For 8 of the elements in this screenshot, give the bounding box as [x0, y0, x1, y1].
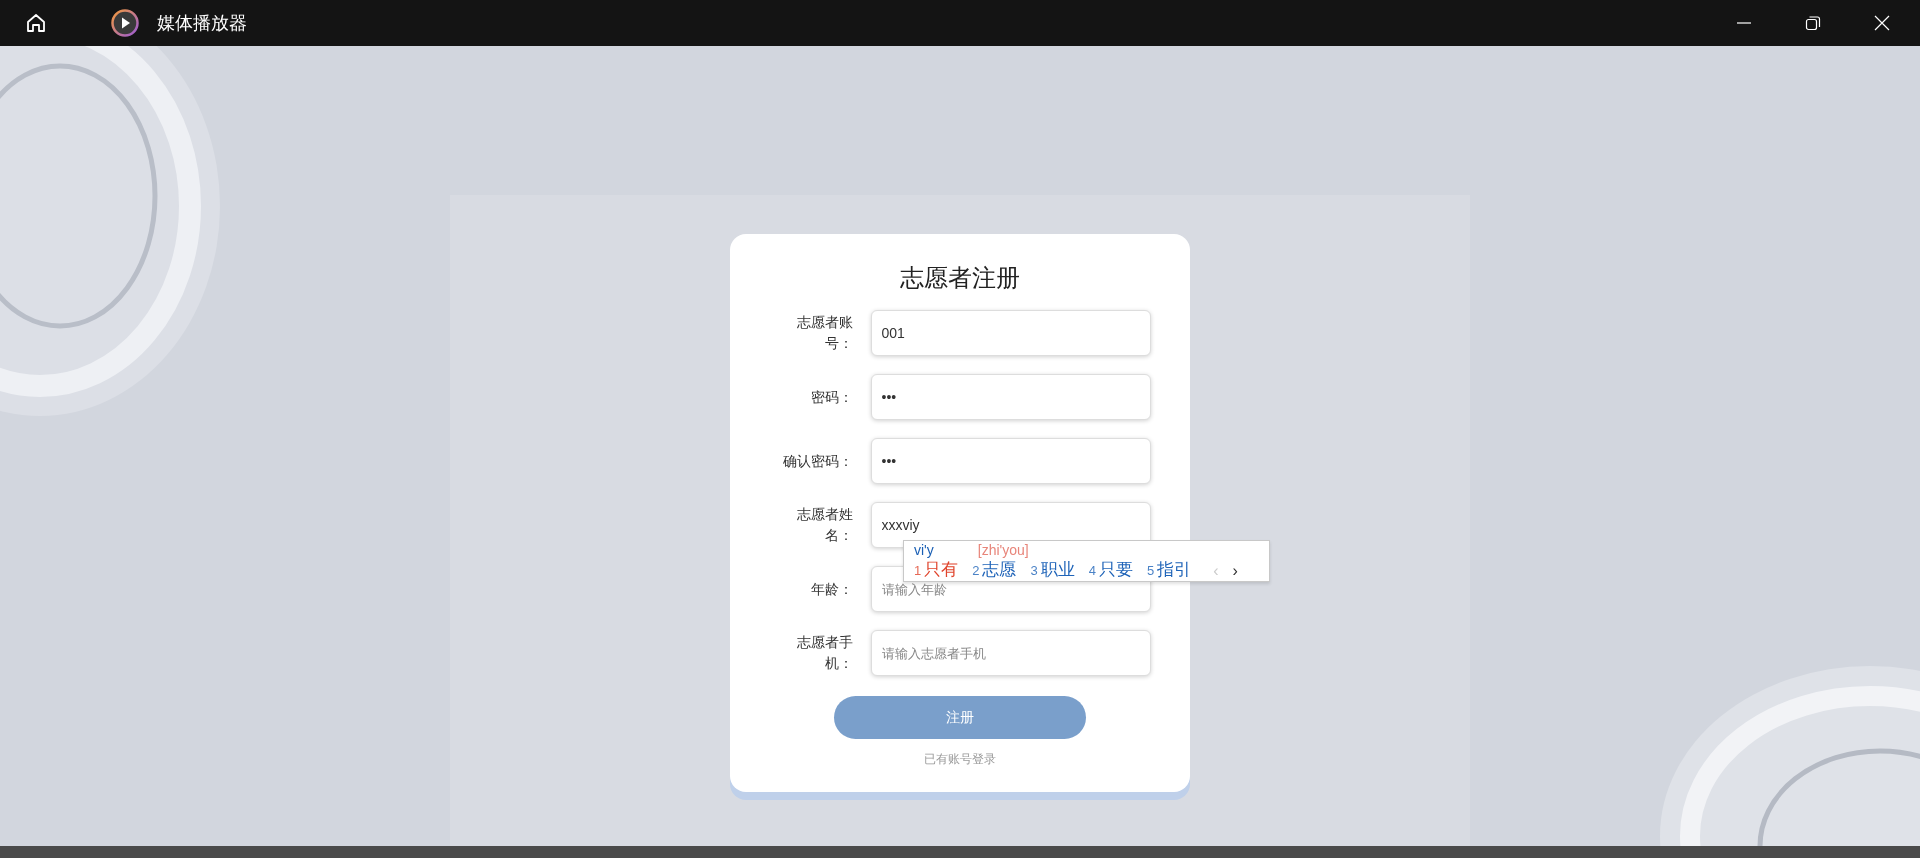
field-label: 确认密码： — [781, 451, 853, 471]
field-label: 年龄： — [809, 579, 853, 599]
form-title: 志愿者注册 — [900, 263, 1020, 293]
window-title: 媒体播放器 — [157, 12, 247, 35]
field-label: 志愿者手机： — [795, 633, 853, 673]
field-label: 志愿者姓名： — [795, 505, 853, 545]
field-label: 密码： — [809, 387, 853, 407]
field-label: 志愿者账号： — [795, 313, 853, 353]
